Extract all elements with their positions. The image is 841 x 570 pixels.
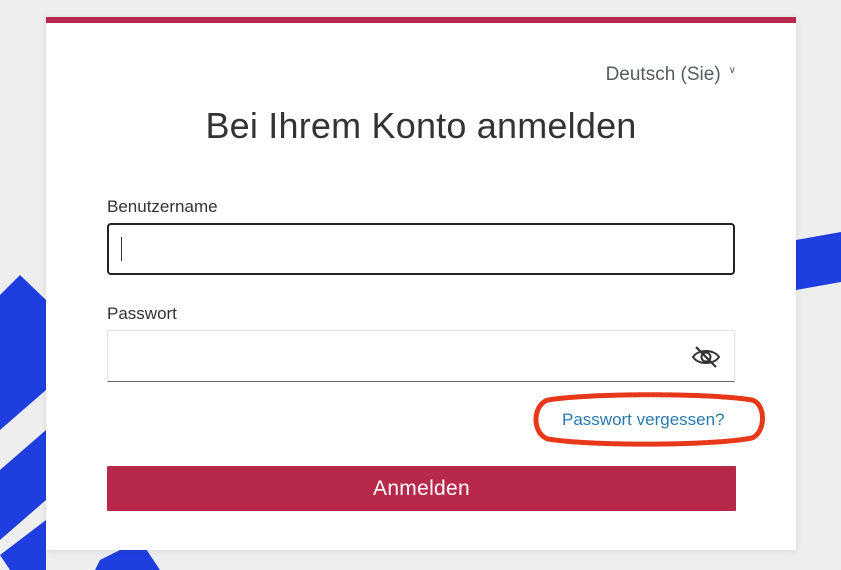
password-label: Passwort [107, 304, 177, 323]
forgot-password-link[interactable]: Passwort vergessen? [562, 410, 725, 430]
page-title: Bei Ihrem Konto anmelden [205, 105, 637, 146]
eye-slash-icon[interactable] [690, 344, 722, 370]
password-field[interactable] [107, 330, 735, 382]
text-caret [121, 237, 122, 261]
password-input[interactable] [108, 331, 734, 381]
login-card: Deutsch (Sie) ∨ Bei Ihrem Konto anmelden… [46, 17, 796, 550]
chevron-down-icon: ∨ [728, 64, 736, 76]
login-submit-button[interactable]: Anmelden [107, 466, 736, 511]
language-selected-label: Deutsch (Sie) [605, 64, 721, 85]
username-label: Benutzername [107, 197, 218, 216]
language-selector[interactable]: Deutsch (Sie) ∨ [606, 64, 736, 86]
username-input[interactable] [109, 225, 733, 273]
username-field[interactable] [107, 223, 735, 275]
